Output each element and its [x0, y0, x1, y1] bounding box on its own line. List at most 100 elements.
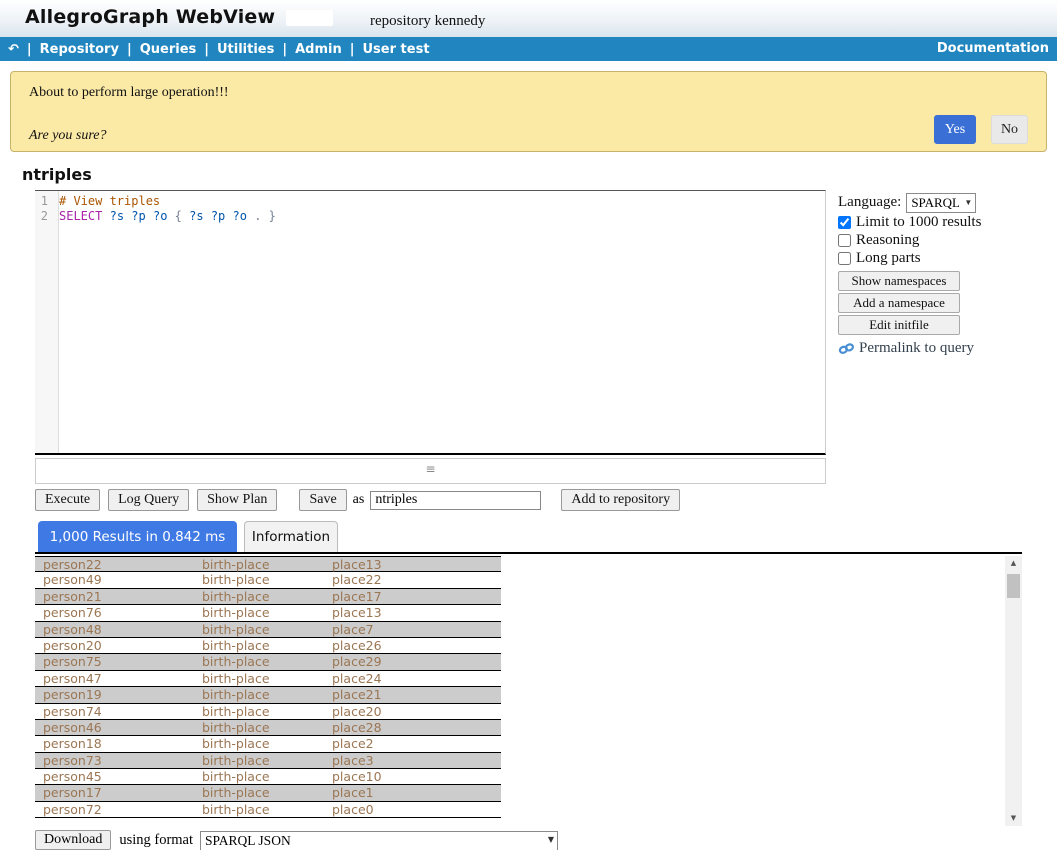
no-button[interactable]: No [991, 115, 1028, 144]
result-predicate-link[interactable]: birth-place [202, 769, 332, 784]
line-number: 2 [35, 209, 55, 224]
result-object-link[interactable]: place24 [332, 671, 501, 686]
resize-handle-icon[interactable]: ≡ [425, 462, 435, 476]
result-subject-link[interactable]: person74 [35, 704, 202, 719]
result-object-link[interactable]: place17 [332, 589, 501, 604]
option-limit-to-1000-results: Limit to 1000 results [838, 214, 998, 231]
nav-item-documentation[interactable]: Documentation [937, 37, 1049, 61]
table-row: person45birth-placeplace10 [35, 769, 501, 785]
result-object-link[interactable]: place20 [332, 704, 501, 719]
result-subject-link[interactable]: person48 [35, 622, 202, 637]
result-object-link[interactable]: place13 [332, 557, 501, 571]
nav-item-queries[interactable]: Queries [119, 42, 196, 57]
result-subject-link[interactable]: person18 [35, 736, 202, 751]
result-subject-link[interactable]: person47 [35, 671, 202, 686]
result-object-link[interactable]: place13 [332, 605, 501, 620]
result-object-link[interactable]: place2 [332, 736, 501, 751]
query-name-title: ntriples [22, 165, 92, 184]
result-object-link[interactable]: place0 [332, 802, 501, 817]
result-subject-link[interactable]: person19 [35, 687, 202, 702]
table-row: person47birth-placeplace24 [35, 671, 501, 687]
scrollbar-up-icon[interactable]: ▲ [1005, 556, 1022, 571]
add-to-repository-button[interactable]: Add to repository [561, 489, 680, 511]
log-query-button[interactable]: Log Query [108, 489, 189, 511]
table-row: person21birth-placeplace17 [35, 589, 501, 605]
format-select-wrap: SPARQL JSON ▼ [200, 830, 558, 850]
add-a-namespace-button[interactable]: Add a namespace [838, 293, 960, 313]
edit-initfile-button[interactable]: Edit initfile [838, 315, 960, 335]
result-object-link[interactable]: place3 [332, 753, 501, 768]
result-subject-link[interactable]: person72 [35, 802, 202, 817]
scrollbar-down-icon[interactable]: ▼ [1005, 811, 1022, 826]
nav-item-user-test[interactable]: User test [342, 42, 430, 57]
result-predicate-link[interactable]: birth-place [202, 622, 332, 637]
language-select[interactable]: SPARQL [906, 193, 976, 213]
warning-banner: About to perform large operation!!! Are … [10, 71, 1047, 152]
checkbox-limit-to-1000-results[interactable] [838, 216, 851, 229]
tab-information[interactable]: Information [244, 521, 338, 552]
result-object-link[interactable]: place10 [332, 769, 501, 784]
show-plan-button[interactable]: Show Plan [197, 489, 277, 511]
repository-label: repository kennedy [370, 13, 485, 30]
checkbox-reasoning[interactable] [838, 234, 851, 247]
code-text: # View triples [55, 194, 160, 209]
result-subject-link[interactable]: person21 [35, 589, 202, 604]
result-object-link[interactable]: place29 [332, 654, 501, 669]
permalink-to-query-link[interactable]: Permalink to query [838, 340, 998, 357]
result-predicate-link[interactable]: birth-place [202, 802, 332, 817]
back-arrow-icon[interactable]: ↶ [8, 42, 19, 57]
banner-message: About to perform large operation!!! [29, 85, 229, 101]
checkbox-long-parts[interactable] [838, 252, 851, 265]
tab-results[interactable]: 1,000 Results in 0.842 ms [38, 521, 237, 552]
option-long-parts: Long parts [838, 250, 998, 267]
result-predicate-link[interactable]: birth-place [202, 704, 332, 719]
result-object-link[interactable]: place22 [332, 572, 501, 587]
editor-gutter [35, 191, 59, 453]
result-predicate-link[interactable]: birth-place [202, 638, 332, 653]
result-predicate-link[interactable]: birth-place [202, 572, 332, 587]
as-label: as [353, 492, 365, 508]
format-select[interactable]: SPARQL JSON [200, 831, 558, 850]
download-button[interactable]: Download [35, 830, 111, 850]
result-object-link[interactable]: place1 [332, 785, 501, 800]
yes-button[interactable]: Yes [934, 115, 976, 144]
result-predicate-link[interactable]: birth-place [202, 557, 332, 571]
scrollbar-thumb[interactable] [1007, 574, 1020, 598]
result-object-link[interactable]: place28 [332, 720, 501, 735]
result-object-link[interactable]: place21 [332, 687, 501, 702]
result-predicate-link[interactable]: birth-place [202, 720, 332, 735]
result-object-link[interactable]: place7 [332, 622, 501, 637]
table-row: person76birth-placeplace13 [35, 605, 501, 621]
result-subject-link[interactable]: person45 [35, 769, 202, 784]
sparql-code-editor[interactable]: 1# View triples2SELECT ?s ?p ?o { ?s ?p … [35, 190, 826, 455]
result-predicate-link[interactable]: birth-place [202, 589, 332, 604]
result-subject-link[interactable]: person49 [35, 572, 202, 587]
result-predicate-link[interactable]: birth-place [202, 605, 332, 620]
save-button[interactable]: Save [299, 489, 346, 511]
checkbox-label-limit-to-1000-results: Limit to 1000 results [856, 214, 981, 231]
result-subject-link[interactable]: person75 [35, 654, 202, 669]
show-namespaces-button[interactable]: Show namespaces [838, 271, 960, 291]
result-predicate-link[interactable]: birth-place [202, 687, 332, 702]
result-predicate-link[interactable]: birth-place [202, 785, 332, 800]
nav-item-admin[interactable]: Admin [274, 42, 341, 57]
results-scrollbar[interactable]: ▲ ▼ [1005, 556, 1022, 826]
checkbox-label-long-parts: Long parts [856, 250, 921, 267]
result-subject-link[interactable]: person17 [35, 785, 202, 800]
result-subject-link[interactable]: person20 [35, 638, 202, 653]
execute-button[interactable]: Execute [35, 489, 100, 511]
result-predicate-link[interactable]: birth-place [202, 753, 332, 768]
table-row: person17birth-placeplace1 [35, 785, 501, 801]
result-subject-link[interactable]: person22 [35, 557, 202, 571]
result-subject-link[interactable]: person73 [35, 753, 202, 768]
result-predicate-link[interactable]: birth-place [202, 671, 332, 686]
result-subject-link[interactable]: person46 [35, 720, 202, 735]
save-name-input[interactable] [370, 491, 541, 510]
result-subject-link[interactable]: person76 [35, 605, 202, 620]
table-row: person22birth-placeplace13 [35, 556, 501, 572]
nav-item-repository[interactable]: Repository [19, 42, 119, 57]
result-predicate-link[interactable]: birth-place [202, 654, 332, 669]
nav-item-utilities[interactable]: Utilities [196, 42, 274, 57]
result-object-link[interactable]: place26 [332, 638, 501, 653]
result-predicate-link[interactable]: birth-place [202, 736, 332, 751]
